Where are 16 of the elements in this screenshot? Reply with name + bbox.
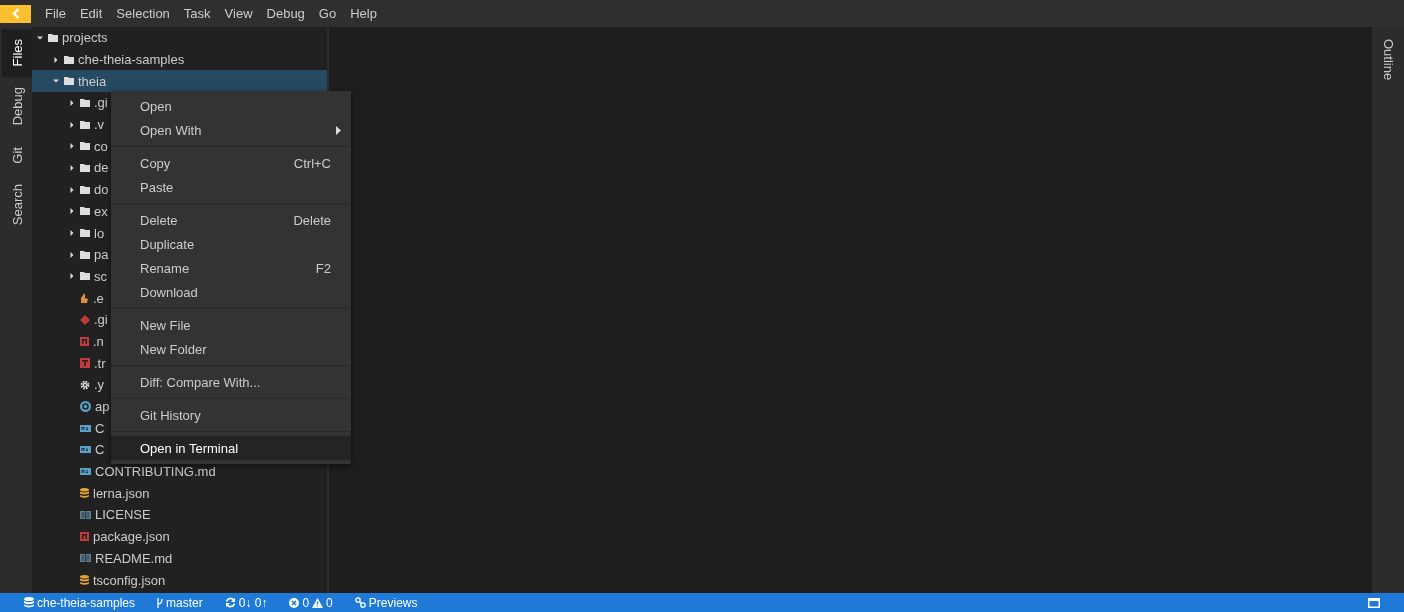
menu-item-label: New File — [140, 317, 192, 333]
menu-item-label: Rename — [140, 260, 191, 276]
menu-item-label: Open — [140, 98, 173, 114]
shortcut: Delete — [293, 212, 331, 228]
menu-item-label: Paste — [140, 179, 175, 195]
menu-item-label: Duplicate — [140, 236, 196, 252]
menu-item-label: New Folder — [140, 341, 208, 357]
menu-item-label: Git History — [140, 407, 202, 423]
shortcut: F2 — [315, 260, 331, 276]
menu-item-label: Open With — [140, 122, 203, 138]
menu-item-label: Diff: Compare With... — [140, 374, 262, 390]
menu-item-label: Download — [140, 284, 199, 300]
shortcut: Ctrl+C — [293, 155, 331, 171]
menu-item-label: Open in Terminal — [140, 440, 240, 456]
menu-item-label: Copy — [140, 155, 172, 171]
menu-item-label: Delete — [140, 212, 179, 228]
